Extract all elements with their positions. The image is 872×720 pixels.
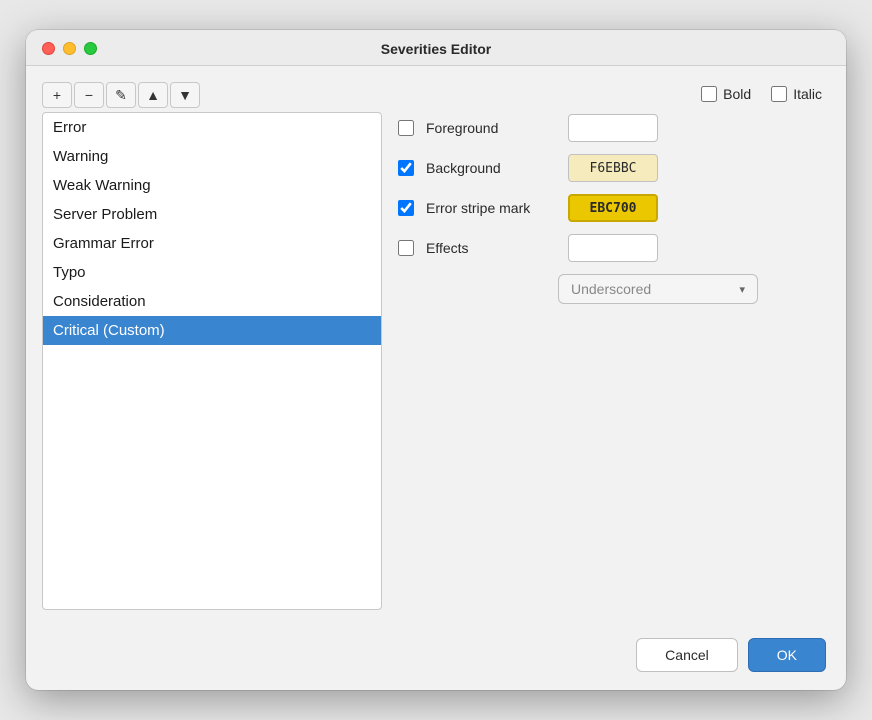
background-checkbox[interactable] [398,160,414,176]
list-item[interactable]: Typo [43,258,381,287]
background-color-input[interactable]: F6EBBC [568,154,658,182]
main-content: + − ✎ ▲ ▼ Error Warning Weak Warning Ser… [26,66,846,626]
italic-checkbox-label[interactable]: Italic [771,86,822,102]
foreground-checkbox[interactable] [398,120,414,136]
foreground-row: Foreground [398,114,830,142]
list-item[interactable]: Weak Warning [43,171,381,200]
list-item[interactable]: Warning [43,142,381,171]
foreground-label: Foreground [426,120,556,136]
window-title: Severities Editor [381,41,492,57]
severities-editor-window: Severities Editor + − ✎ ▲ ▼ Error Warnin… [26,30,846,690]
list-item[interactable]: Server Problem [43,200,381,229]
move-down-button[interactable]: ▼ [170,82,200,108]
edit-severity-button[interactable]: ✎ [106,82,136,108]
remove-severity-button[interactable]: − [74,82,104,108]
traffic-lights [42,42,97,55]
minimize-button[interactable] [63,42,76,55]
italic-checkbox[interactable] [771,86,787,102]
footer: Cancel OK [26,626,846,690]
close-button[interactable] [42,42,55,55]
ok-button[interactable]: OK [748,638,826,672]
error-stripe-checkbox[interactable] [398,200,414,216]
error-stripe-label: Error stripe mark [426,200,556,216]
effects-dropdown[interactable]: Underscored ▾ [558,274,758,304]
list-item[interactable]: Consideration [43,287,381,316]
list-item[interactable]: Grammar Error [43,229,381,258]
list-toolbar: + − ✎ ▲ ▼ [42,82,382,108]
list-item[interactable]: Error [43,113,381,142]
foreground-color-input[interactable] [568,114,658,142]
cancel-button[interactable]: Cancel [636,638,738,672]
background-label: Background [426,160,556,176]
effects-label: Effects [426,240,556,256]
effects-dropdown-row: Underscored ▾ [398,274,830,304]
error-stripe-color-input[interactable]: EBC700 [568,194,658,222]
bold-checkbox[interactable] [701,86,717,102]
error-stripe-row: Error stripe mark EBC700 [398,194,830,222]
move-up-button[interactable]: ▲ [138,82,168,108]
left-panel: + − ✎ ▲ ▼ Error Warning Weak Warning Ser… [42,82,382,610]
effects-color-input[interactable] [568,234,658,262]
bold-label: Bold [723,86,751,102]
titlebar: Severities Editor [26,30,846,66]
effects-checkbox[interactable] [398,240,414,256]
right-panel: Bold Italic Foreground Background F6EBBC [398,82,830,610]
list-item-selected[interactable]: Critical (Custom) [43,316,381,345]
bold-checkbox-label[interactable]: Bold [701,86,751,102]
chevron-down-icon: ▾ [739,283,745,296]
italic-label: Italic [793,86,822,102]
effects-row: Effects [398,234,830,262]
severity-list: Error Warning Weak Warning Server Proble… [42,112,382,610]
effects-dropdown-value: Underscored [571,281,651,297]
background-row: Background F6EBBC [398,154,830,182]
maximize-button[interactable] [84,42,97,55]
style-options-row: Bold Italic [398,86,830,102]
add-severity-button[interactable]: + [42,82,72,108]
